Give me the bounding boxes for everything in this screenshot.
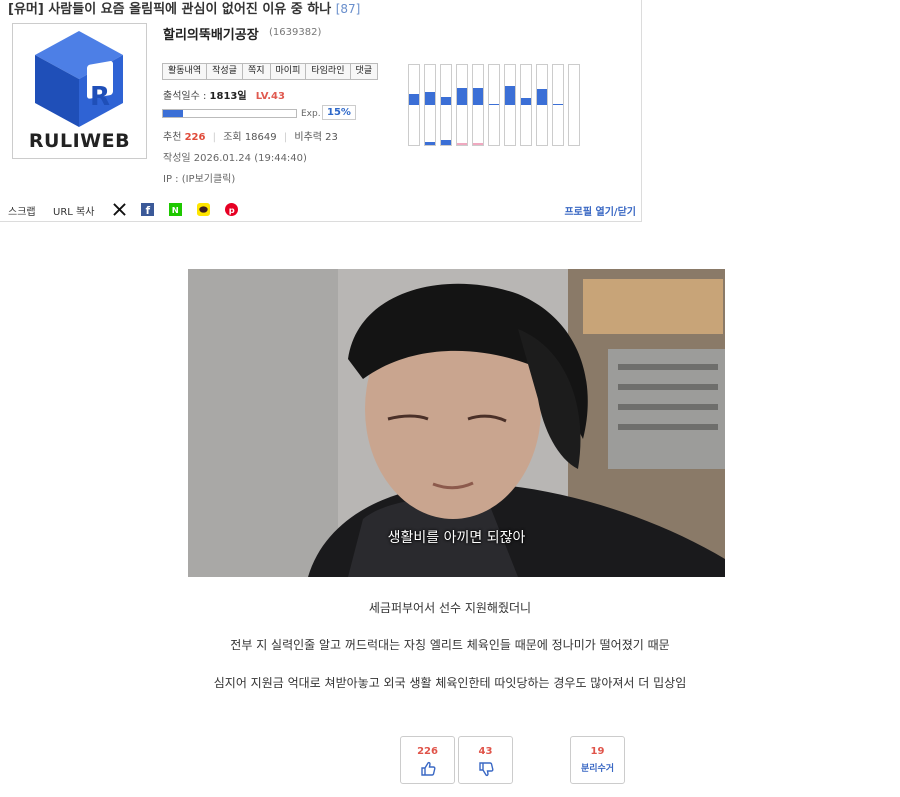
tab-activity[interactable]: 활동내역 xyxy=(162,63,208,80)
nickname[interactable]: 할리의뚝배기공장 xyxy=(163,24,259,43)
content-line-1: 세금퍼부어서 선수 지원해줬더니 xyxy=(368,601,532,615)
recommend-value: 226 xyxy=(184,132,206,143)
copy-url-button[interactable]: URL 복사 xyxy=(53,203,94,218)
thumbs-up-icon xyxy=(420,761,435,776)
ratio-value: 23 xyxy=(325,132,338,143)
svg-text:f: f xyxy=(146,206,151,216)
svg-text:N: N xyxy=(172,205,179,215)
thumbs-down-icon xyxy=(478,762,493,777)
days-label: 출석일수 : xyxy=(163,91,207,102)
graph-column xyxy=(488,64,500,146)
exp-progress-fill xyxy=(163,110,183,117)
attendance-days: 출석일수 : 1813일 LV.43 xyxy=(163,87,285,102)
post-category: [유머] xyxy=(8,2,44,17)
views-label: 조회 xyxy=(223,132,242,143)
post-toolbar: 스크랩 URL 복사 프로필 열기/닫기 xyxy=(0,195,642,221)
ip-info[interactable]: IP : (IP보기클릭) xyxy=(163,170,235,185)
days-value: 1813일 xyxy=(209,91,247,102)
video-subtitle: 생활비를 아끼면 되잖아 xyxy=(387,530,526,546)
profile-toggle-button[interactable]: 프로필 열기/닫기 xyxy=(564,203,636,218)
graph-column xyxy=(504,64,516,146)
graph-column xyxy=(408,64,420,146)
tab-mypi[interactable]: 마이피 xyxy=(269,63,307,80)
pinterest-share-icon[interactable]: p xyxy=(225,203,238,216)
post-title-text: 사람들이 요즘 올림픽에 관심이 없어진 이유 중 하나 xyxy=(48,2,332,17)
dislike-count: 43 xyxy=(478,746,493,757)
dislike-button[interactable]: 43 xyxy=(458,736,513,784)
svg-text:R: R xyxy=(90,82,110,112)
user-id: (1639382) xyxy=(269,27,322,38)
graph-column xyxy=(552,64,564,146)
post-stats: 추천 226 | 조회 18649 | 비추력 23 xyxy=(163,132,338,143)
logo-text: RULIWEB xyxy=(28,130,131,152)
views-value: 18649 xyxy=(244,132,277,143)
recommend-label: 추천 xyxy=(163,132,182,143)
graph-column xyxy=(440,64,452,146)
graph-column xyxy=(536,64,548,146)
recycle-count: 19 xyxy=(590,746,605,757)
facebook-share-icon[interactable]: f xyxy=(141,203,154,216)
svg-text:p: p xyxy=(229,205,235,215)
graph-column xyxy=(520,64,532,146)
kakaotalk-share-icon[interactable] xyxy=(197,203,210,216)
comment-count[interactable]: [87] xyxy=(336,2,361,16)
exp-label: Exp. xyxy=(301,109,321,119)
tab-message[interactable]: 쪽지 xyxy=(241,63,271,80)
exp-progress-bar xyxy=(162,109,297,118)
graph-column xyxy=(568,64,580,146)
profile-panel: [유머] 사람들이 요즘 올림픽에 관심이 없어진 이유 중 하나 [87] R… xyxy=(0,0,642,222)
recycle-button[interactable]: 19 분리수거 xyxy=(570,736,625,784)
profile-tabs: 활동내역 작성글 쪽지 마이피 타임라인 댓글 xyxy=(162,63,379,80)
graph-column xyxy=(456,64,468,146)
naver-share-icon[interactable]: N xyxy=(169,203,182,216)
graph-column xyxy=(472,64,484,146)
scrap-button[interactable]: 스크랩 xyxy=(8,203,36,218)
graph-column xyxy=(424,64,436,146)
recommend-count: 226 xyxy=(417,746,438,757)
content-line-3: 심지어 지원금 억대로 쳐받아놓고 외국 생활 체육인한테 따잇당하는 경우도 … xyxy=(213,676,687,690)
tab-comments[interactable]: 댓글 xyxy=(349,63,379,80)
recycle-label: 분리수거 xyxy=(580,764,615,774)
recommend-button[interactable]: 226 xyxy=(400,736,455,784)
content-line-2: 전부 지 실력인줄 알고 꺼드럭대는 자칭 엘리트 체육인들 때문에 정나미가 … xyxy=(230,638,670,652)
exp-percent: 15% xyxy=(322,105,356,120)
post-date: 작성일 2026.01.24 (19:44:40) xyxy=(163,153,307,164)
x-share-icon[interactable] xyxy=(113,203,126,216)
level-badge: LV.43 xyxy=(255,91,285,102)
tab-timeline[interactable]: 타임라인 xyxy=(305,63,351,80)
tab-posts[interactable]: 작성글 xyxy=(206,63,243,80)
ratio-label: 비추력 xyxy=(294,132,322,143)
post-image: 생활비를 아끼면 되잖아 xyxy=(188,269,725,577)
activity-graph xyxy=(408,64,583,146)
ruliweb-logo-icon: R xyxy=(35,31,123,127)
avatar: R RULIWEB xyxy=(12,23,147,159)
post-title: [유머] 사람들이 요즘 올림픽에 관심이 없어진 이유 중 하나 [87] xyxy=(8,0,360,17)
